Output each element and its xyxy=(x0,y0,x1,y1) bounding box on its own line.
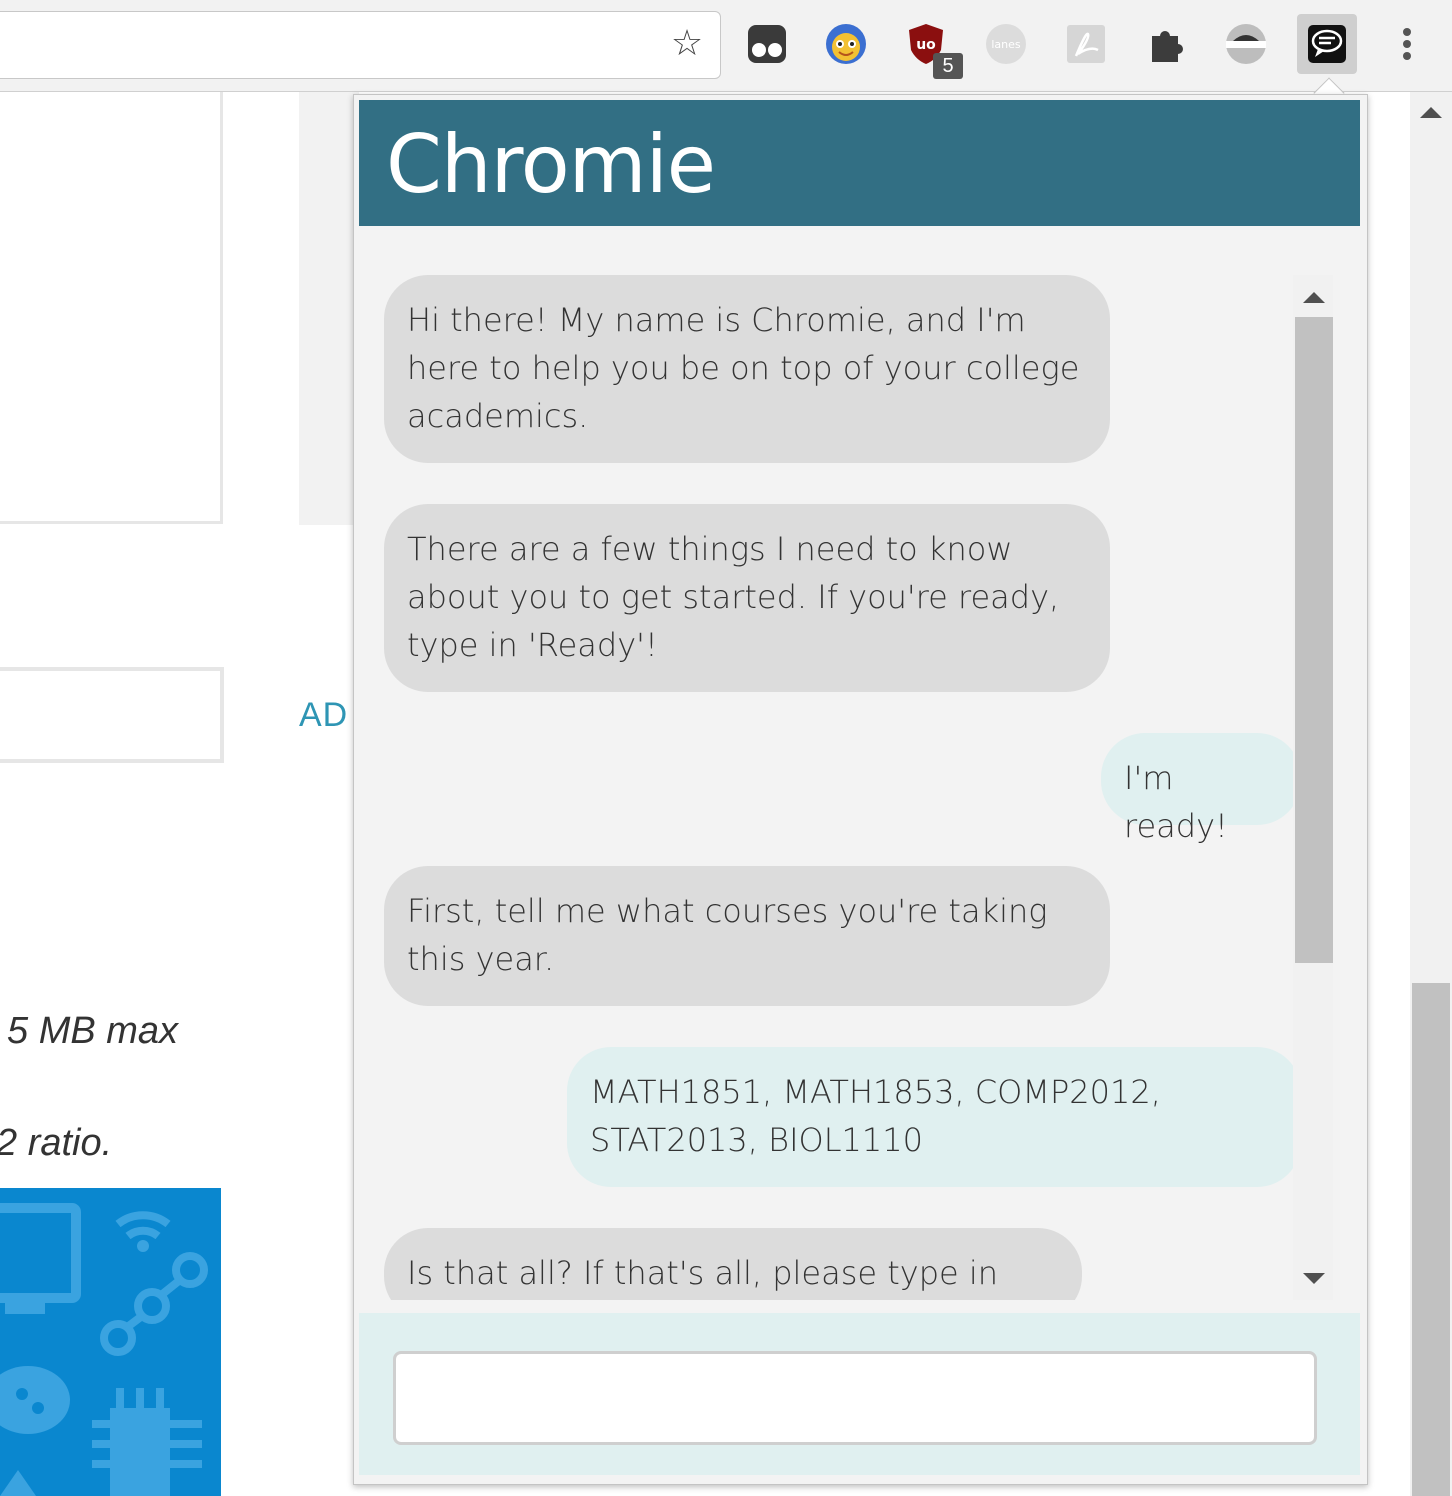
chat-scrollbar-thumb[interactable] xyxy=(1295,317,1333,963)
tech-icons-illustration xyxy=(0,1203,208,1496)
message-text: MATH1851, MATH1853, COMP2012, STAT2013, … xyxy=(590,1073,1161,1159)
page-scrollbar-thumb[interactable] xyxy=(1412,983,1450,1496)
message-text: Hi there! My name is Chromie, and I'm he… xyxy=(407,301,1080,435)
screen: AD 5 MB max 2 ratio. ☆ uo 5 lanes Chromi… xyxy=(0,0,1452,1496)
user-message: I'm ready! xyxy=(1101,733,1294,845)
bot-message: Hi there! My name is Chromie, and I'm he… xyxy=(384,275,1110,463)
bookmark-star-icon[interactable]: ☆ xyxy=(668,25,706,63)
page-scroll-up-arrow-icon[interactable] xyxy=(1420,107,1442,118)
browser-toolbar: ☆ uo 5 lanes xyxy=(0,0,1452,92)
chat-title: Chromie xyxy=(386,118,716,211)
bot-message: There are a few things I need to know ab… xyxy=(384,504,1110,692)
chat-bubble-icon[interactable] xyxy=(1297,14,1357,74)
message-text: First, tell me what courses you're takin… xyxy=(407,892,1048,978)
user-message: MATH1851, MATH1853, COMP2012, STAT2013, … xyxy=(567,1047,1294,1187)
avatar-extension-icon[interactable] xyxy=(824,22,868,66)
message-text: I'm ready! xyxy=(1124,759,1228,845)
ghostery-icon[interactable] xyxy=(1224,22,1268,66)
chat-input-bar xyxy=(359,1313,1360,1475)
tampermonkey-icon[interactable] xyxy=(745,22,789,66)
background-input-field[interactable] xyxy=(0,667,224,763)
lanes-label: lanes xyxy=(991,38,1021,51)
bot-message: Is that all? If that's all, please type … xyxy=(384,1228,1082,1300)
upload-size-note: 5 MB max xyxy=(7,1010,179,1052)
message-text: Is that all? If that's all, please type … xyxy=(407,1254,999,1292)
chat-message-input[interactable] xyxy=(393,1351,1317,1445)
message-text: There are a few things I need to know ab… xyxy=(407,530,1060,664)
chat-scroll-up-arrow-icon[interactable] xyxy=(1303,292,1325,303)
svg-text:uo: uo xyxy=(916,37,936,53)
pdf-icon[interactable] xyxy=(1064,22,1108,66)
bot-message: First, tell me what courses you're takin… xyxy=(384,866,1110,1006)
background-textarea[interactable] xyxy=(0,92,223,524)
background-ad-link[interactable]: AD xyxy=(299,696,348,735)
lanes-icon[interactable]: lanes xyxy=(984,22,1028,66)
browser-menu-icon[interactable] xyxy=(1393,22,1421,66)
extension-badge: 5 xyxy=(933,53,963,79)
upload-ratio-note: 2 ratio. xyxy=(0,1122,113,1164)
banner-image xyxy=(0,1188,221,1496)
chat-popup: Chromie Hi there! My name is Chromie, an… xyxy=(353,94,1368,1485)
address-bar[interactable] xyxy=(0,11,721,79)
background-panel xyxy=(299,92,359,525)
extensions-puzzle-icon[interactable] xyxy=(1144,22,1188,66)
chat-header: Chromie xyxy=(359,100,1360,226)
message-list: Hi there! My name is Chromie, and I'm he… xyxy=(384,275,1294,1300)
chat-scroll-down-arrow-icon[interactable] xyxy=(1303,1273,1325,1284)
